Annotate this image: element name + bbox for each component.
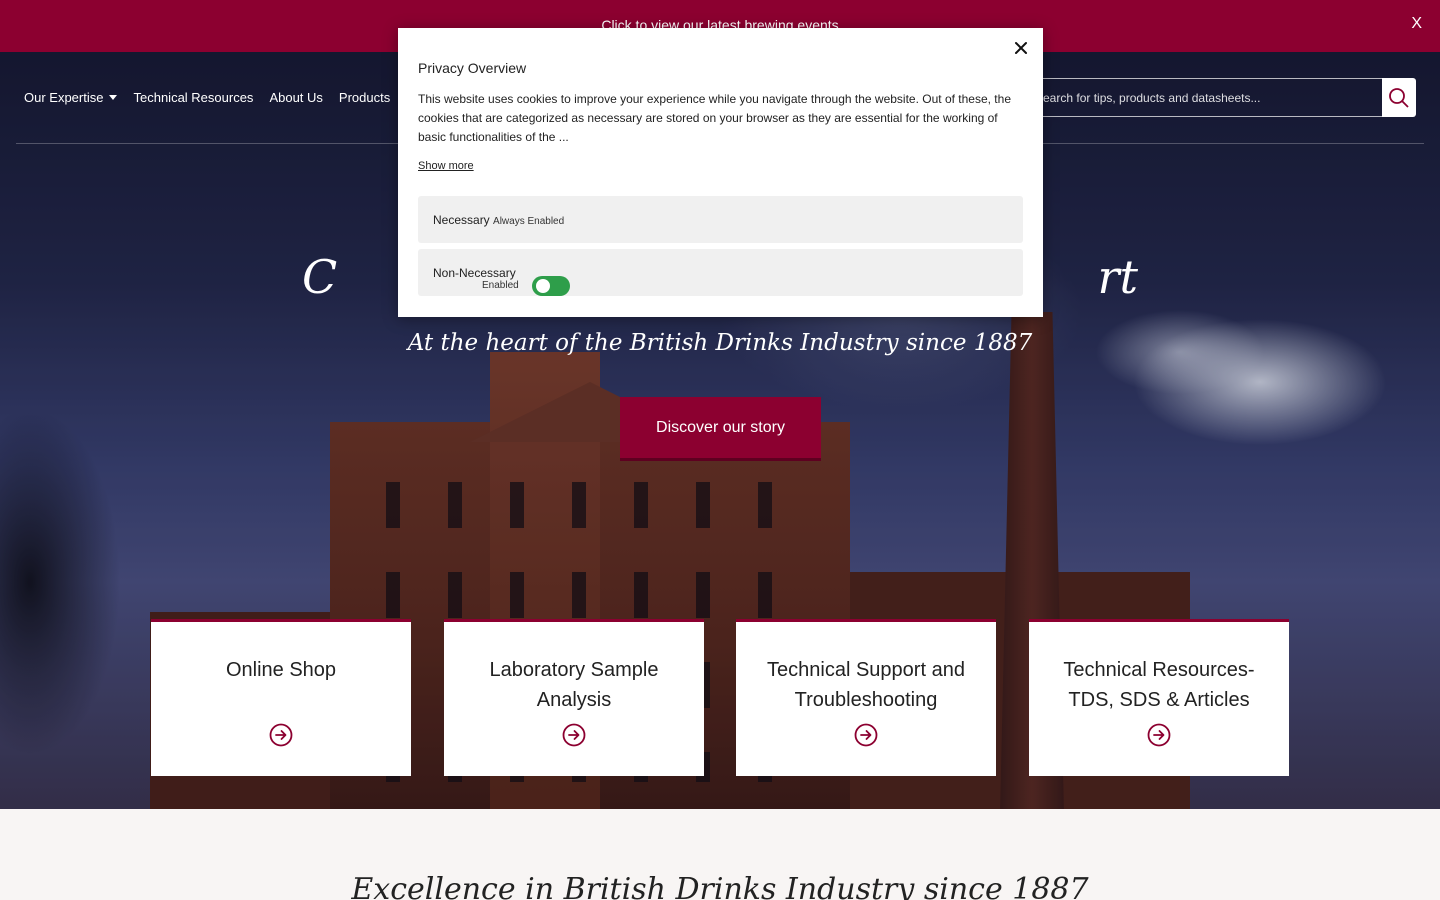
card-title: Technical Support and Troubleshooting: [767, 659, 965, 711]
search-input[interactable]: [1020, 78, 1382, 117]
toggle-status-label: Enabled: [482, 280, 519, 291]
nav-item-label: Our Expertise: [24, 90, 104, 105]
card-title: Technical Resources- TDS, SDS & Articles: [1063, 659, 1255, 711]
consent-row-non-necessary[interactable]: Non-Necessary Enabled: [418, 249, 1023, 296]
card-technical-resources[interactable]: Technical Resources- TDS, SDS & Articles: [1029, 619, 1289, 776]
search-icon: [1389, 87, 1409, 108]
modal-description: This website uses cookies to improve you…: [418, 92, 1011, 144]
card-title: Online Shop: [225, 659, 337, 681]
nav-item-products[interactable]: Products: [339, 90, 390, 105]
always-enabled-label: Always Enabled: [493, 216, 565, 227]
discover-story-button[interactable]: Discover our story: [620, 397, 821, 458]
non-necessary-toggle[interactable]: [532, 276, 570, 296]
arrow-right-circle-icon: [269, 723, 293, 747]
section-title: Excellence in British Drinks Industry si…: [351, 872, 1089, 900]
consent-row-label: Necessary Always Enabled: [433, 213, 564, 227]
cookie-privacy-modal: Privacy Overview This website uses cooki…: [398, 28, 1043, 317]
nav-links: Our Expertise Technical Resources About …: [24, 90, 390, 105]
consent-row-necessary[interactable]: Necessary Always Enabled: [418, 196, 1023, 243]
search-button[interactable]: [1382, 78, 1416, 117]
toggle-knob: [536, 279, 550, 293]
show-more-link[interactable]: Show more: [418, 160, 474, 172]
nav-item-our-expertise[interactable]: Our Expertise: [24, 90, 118, 105]
caret-down-icon: [109, 95, 118, 100]
card-online-shop[interactable]: Online Shop: [151, 619, 411, 776]
card-title: Laboratory Sample Analysis: [489, 659, 659, 711]
card-technical-support[interactable]: Technical Support and Troubleshooting: [736, 619, 996, 776]
hero-subtitle: At the heart of the British Drinks Indus…: [407, 330, 1033, 356]
announcement-close-button[interactable]: X: [1411, 15, 1422, 33]
arrow-right-circle-icon: [562, 723, 586, 747]
modal-title: Privacy Overview: [418, 60, 527, 76]
arrow-right-circle-icon: [1147, 723, 1171, 747]
nav-item-technical-resources[interactable]: Technical Resources: [133, 90, 253, 105]
nav-item-about-us[interactable]: About Us: [269, 90, 322, 105]
consent-label-necessary: Necessary: [433, 213, 490, 227]
card-laboratory-sample-analysis[interactable]: Laboratory Sample Analysis: [444, 619, 704, 776]
consent-label-non-necessary: Non-Necessary: [433, 266, 516, 280]
arrow-right-circle-icon: [854, 723, 878, 747]
close-icon[interactable]: [1011, 38, 1031, 58]
